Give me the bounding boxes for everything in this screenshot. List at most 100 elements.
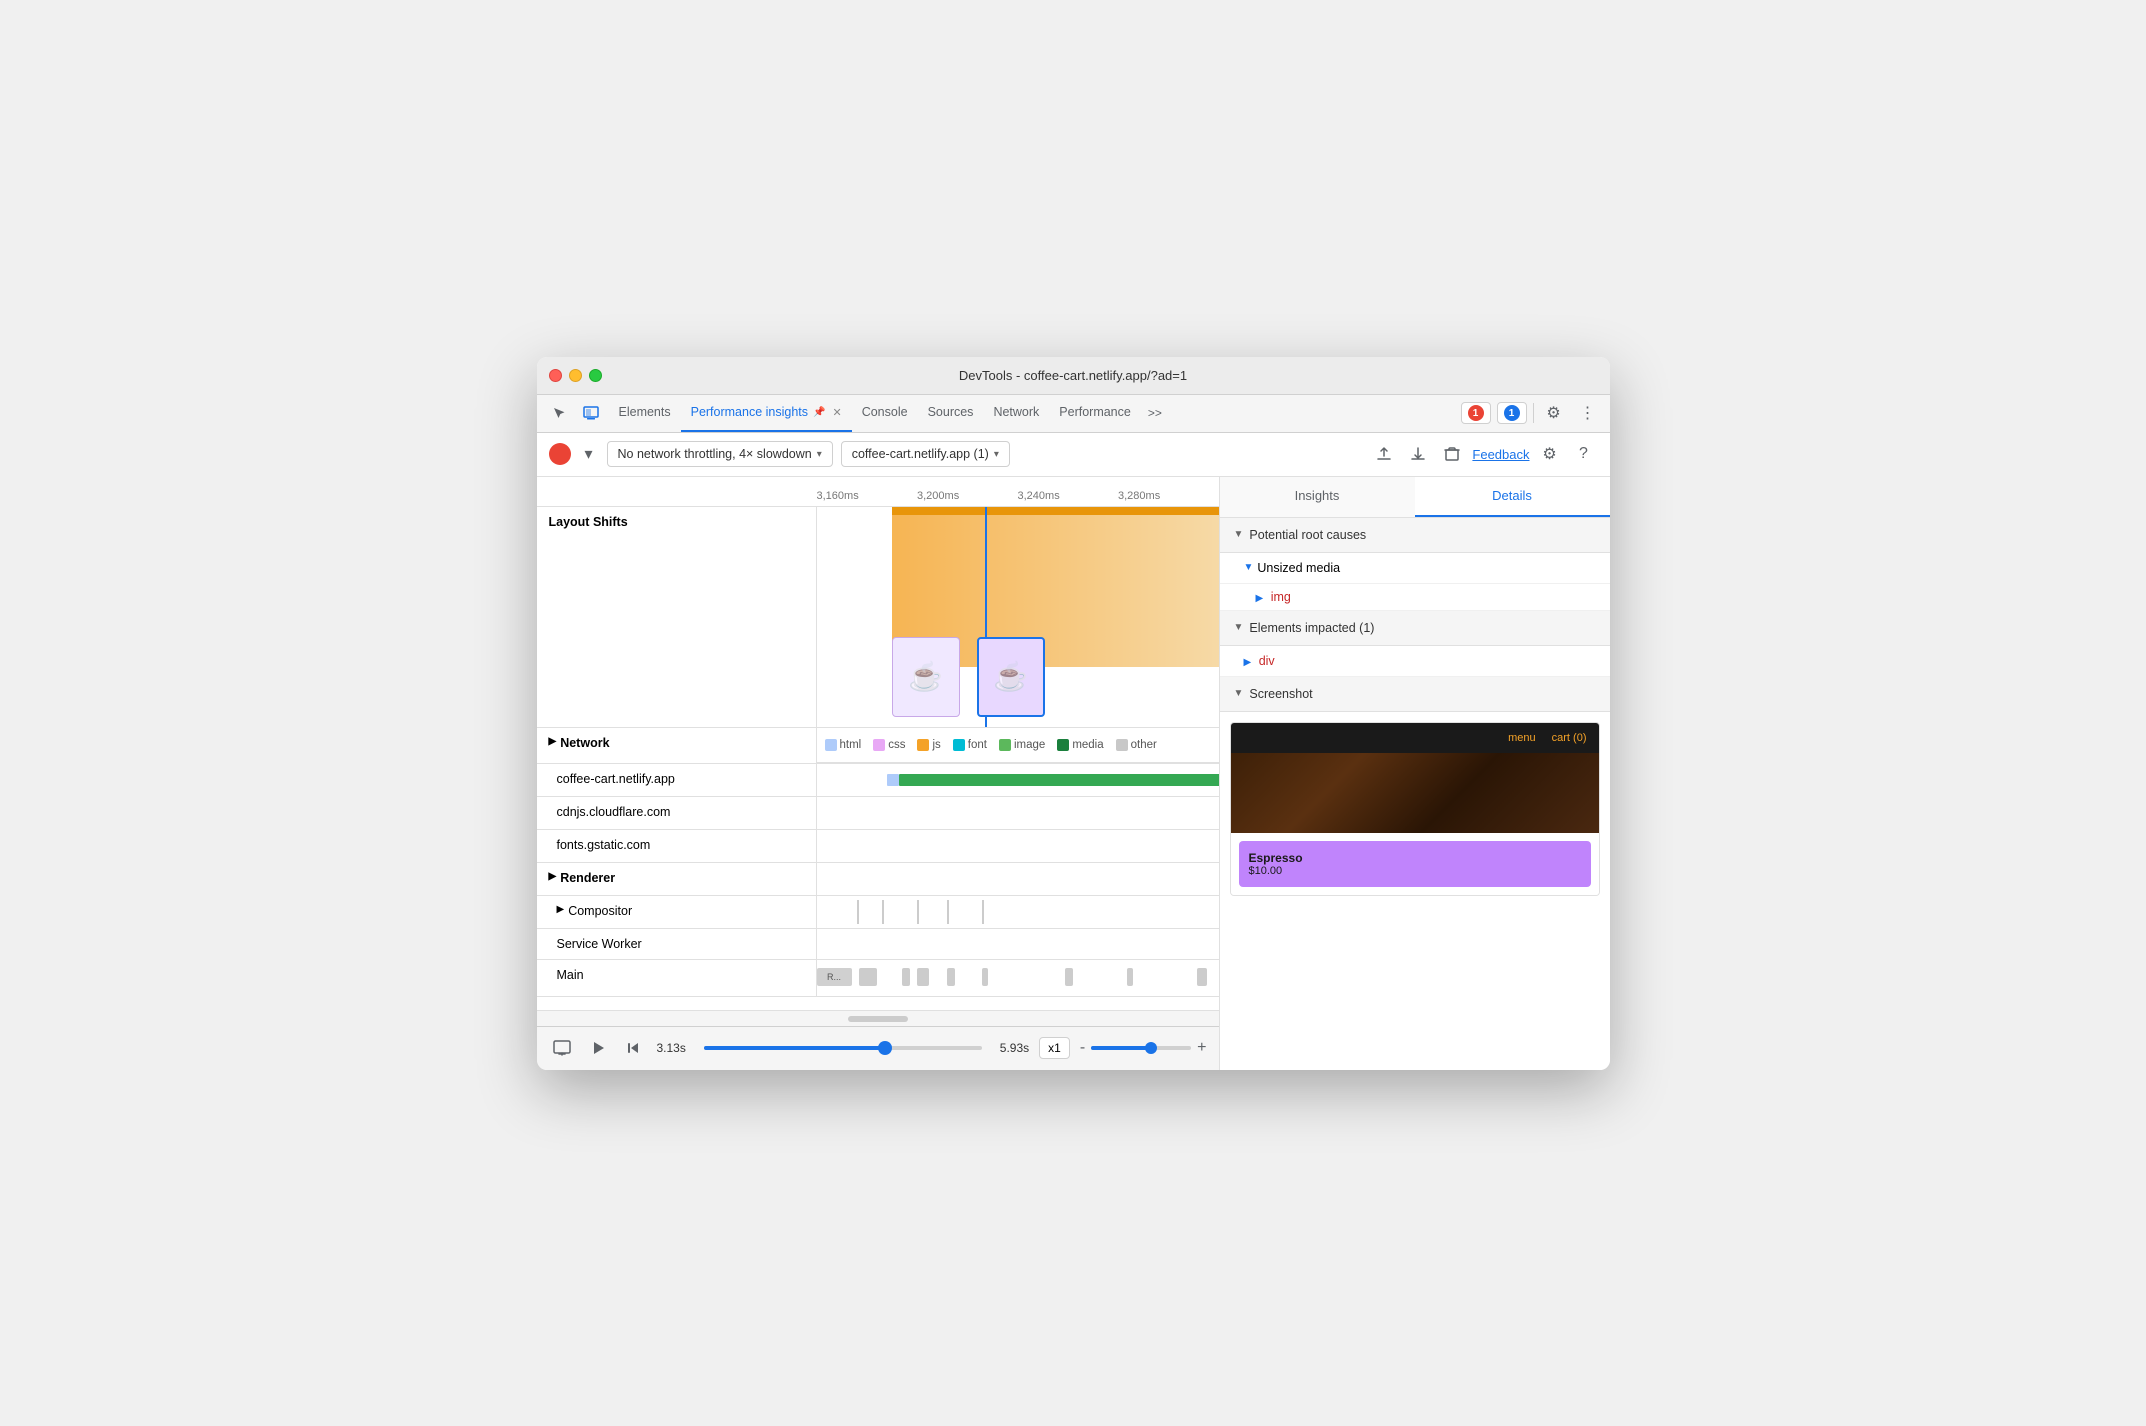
cursor-icon[interactable] xyxy=(545,399,573,427)
slider-thumb[interactable] xyxy=(878,1041,892,1055)
feedback-button[interactable]: Feedback xyxy=(1472,447,1529,462)
renderer-label[interactable]: ▶ Renderer xyxy=(537,863,817,895)
div-arrow: ▶ xyxy=(1244,657,1252,668)
tick xyxy=(882,900,884,924)
zoom-slider[interactable] xyxy=(1091,1046,1191,1050)
device-icon[interactable] xyxy=(577,399,605,427)
panel-tabs: Insights Details xyxy=(1220,477,1610,518)
tab-elements[interactable]: Elements xyxy=(609,395,681,432)
more-options-icon[interactable]: ⋮ xyxy=(1574,399,1602,427)
download-icon[interactable] xyxy=(1404,440,1432,468)
tab-network[interactable]: Network xyxy=(983,395,1049,432)
legend-html: html xyxy=(825,739,862,751)
skip-to-start-button[interactable] xyxy=(621,1035,647,1061)
minimize-button[interactable] xyxy=(569,369,582,382)
legend-image: image xyxy=(999,739,1045,751)
close-button[interactable] xyxy=(549,369,562,382)
zoom-in-icon[interactable]: + xyxy=(1197,1039,1206,1057)
tab-console[interactable]: Console xyxy=(852,395,918,432)
slider-fill xyxy=(704,1046,885,1050)
renderer-content xyxy=(817,863,1219,895)
elements-impacted-header[interactable]: ▼ Elements impacted (1) xyxy=(1220,611,1610,646)
throttle-dropdown[interactable]: No network throttling, 4× slowdown ▾ xyxy=(607,441,833,467)
site-1-content xyxy=(817,764,1219,796)
scroll-area xyxy=(537,1010,1219,1026)
help-icon[interactable]: ? xyxy=(1570,440,1598,468)
tick xyxy=(917,900,919,924)
layout-shifts-row: Layout Shifts ☕ ☕ xyxy=(537,507,1219,728)
tab-performance[interactable]: Performance xyxy=(1049,395,1141,432)
time-start-label: 3.13s xyxy=(657,1041,686,1055)
time-marker-2: 3,200ms xyxy=(917,490,1018,506)
tab-toolbar: Elements Performance insights 📌 ✕ Consol… xyxy=(537,395,1610,433)
coffee-icon-after: ☕ xyxy=(993,660,1028,693)
time-marker-4: 3,280ms xyxy=(1118,490,1219,506)
main-bar-7 xyxy=(1127,968,1133,986)
layout-shifts-label: Layout Shifts xyxy=(537,507,817,727)
compositor-label: ▶ Compositor xyxy=(537,896,817,928)
site-dropdown[interactable]: coffee-cart.netlify.app (1) ▾ xyxy=(841,441,1010,467)
toolbar-actions: Feedback ⚙ ? xyxy=(1370,440,1597,468)
play-button[interactable] xyxy=(585,1035,611,1061)
zoom-thumb[interactable] xyxy=(1145,1042,1157,1054)
main-content: 3,160ms 3,200ms 3,240ms 3,280ms Layout S… xyxy=(537,477,1610,1070)
shift-bar-top xyxy=(892,507,1219,515)
zoom-out-icon[interactable]: - xyxy=(1080,1039,1085,1057)
error-badge[interactable]: 1 xyxy=(1461,402,1491,424)
speed-selector[interactable]: x1 xyxy=(1039,1037,1070,1059)
potential-root-causes-header[interactable]: ▼ Potential root causes xyxy=(1220,518,1610,553)
traffic-lights xyxy=(549,369,602,382)
bottom-bar: 3.13s 5.93s x1 - + xyxy=(537,1026,1219,1070)
tab-close-icon[interactable]: ✕ xyxy=(832,406,841,419)
font-dot xyxy=(953,739,965,751)
tab-details[interactable]: Details xyxy=(1415,477,1610,517)
site-2-content xyxy=(817,797,1219,829)
tick xyxy=(857,900,859,924)
settings-icon[interactable]: ⚙ xyxy=(1540,399,1568,427)
timeline-slider[interactable] xyxy=(704,1046,982,1050)
site-3-content xyxy=(817,830,1219,862)
network-site-row-2: cdnjs.cloudflare.com xyxy=(537,797,1219,830)
upload-icon[interactable] xyxy=(1370,440,1398,468)
window-title: DevTools - coffee-cart.netlify.app/?ad=1 xyxy=(959,368,1187,383)
tab-performance-insights[interactable]: Performance insights 📌 ✕ xyxy=(681,395,852,432)
main-bar-8 xyxy=(1197,968,1207,986)
settings-icon2[interactable]: ⚙ xyxy=(1536,440,1564,468)
timeline-content[interactable]: Layout Shifts ☕ ☕ xyxy=(537,507,1219,1010)
product-price: $10.00 xyxy=(1249,865,1283,877)
screenshot-header[interactable]: ▼ Screenshot xyxy=(1220,677,1610,712)
chat-badge[interactable]: 1 xyxy=(1497,402,1527,424)
coffee-beans-bg xyxy=(1231,753,1599,833)
chevron-down-icon: ▾ xyxy=(994,449,999,460)
site-3-label: fonts.gstatic.com xyxy=(537,830,817,862)
throttle-label: No network throttling, 4× slowdown xyxy=(618,447,812,461)
site-2-label: cdnjs.cloudflare.com xyxy=(537,797,817,829)
screenshot-icon[interactable] xyxy=(549,1035,575,1061)
right-panel: Insights Details ▼ Potential root causes… xyxy=(1220,477,1610,1070)
chat-count: 1 xyxy=(1504,405,1520,421)
css-dot xyxy=(873,739,885,751)
time-marker-1: 3,160ms xyxy=(817,490,918,506)
service-worker-content xyxy=(817,929,1219,959)
delete-icon[interactable] xyxy=(1438,440,1466,468)
tab-sources[interactable]: Sources xyxy=(918,395,984,432)
zoom-fill xyxy=(1091,1046,1151,1050)
record-button[interactable] xyxy=(549,443,571,465)
nav-menu: menu xyxy=(1508,732,1536,744)
more-tabs-button[interactable]: >> xyxy=(1141,399,1169,427)
scroll-handle[interactable] xyxy=(848,1016,908,1022)
maximize-button[interactable] xyxy=(589,369,602,382)
card-before: ☕ xyxy=(892,637,960,717)
unsized-media-row: ▼ Unsized media xyxy=(1244,561,1596,575)
image-dot xyxy=(999,739,1011,751)
tab-insights[interactable]: Insights xyxy=(1220,477,1415,517)
dropdown-arrow-btn[interactable]: ▾ xyxy=(579,440,599,468)
renderer-arrow: ▶ xyxy=(549,871,557,882)
network-label[interactable]: ▶ Network xyxy=(537,728,817,763)
nav-cart: cart (0) xyxy=(1552,732,1587,744)
divider xyxy=(1533,403,1534,423)
legend-js: js xyxy=(917,739,940,751)
html-bar xyxy=(887,774,899,786)
title-bar: DevTools - coffee-cart.netlify.app/?ad=1 xyxy=(537,357,1610,395)
html-dot xyxy=(825,739,837,751)
